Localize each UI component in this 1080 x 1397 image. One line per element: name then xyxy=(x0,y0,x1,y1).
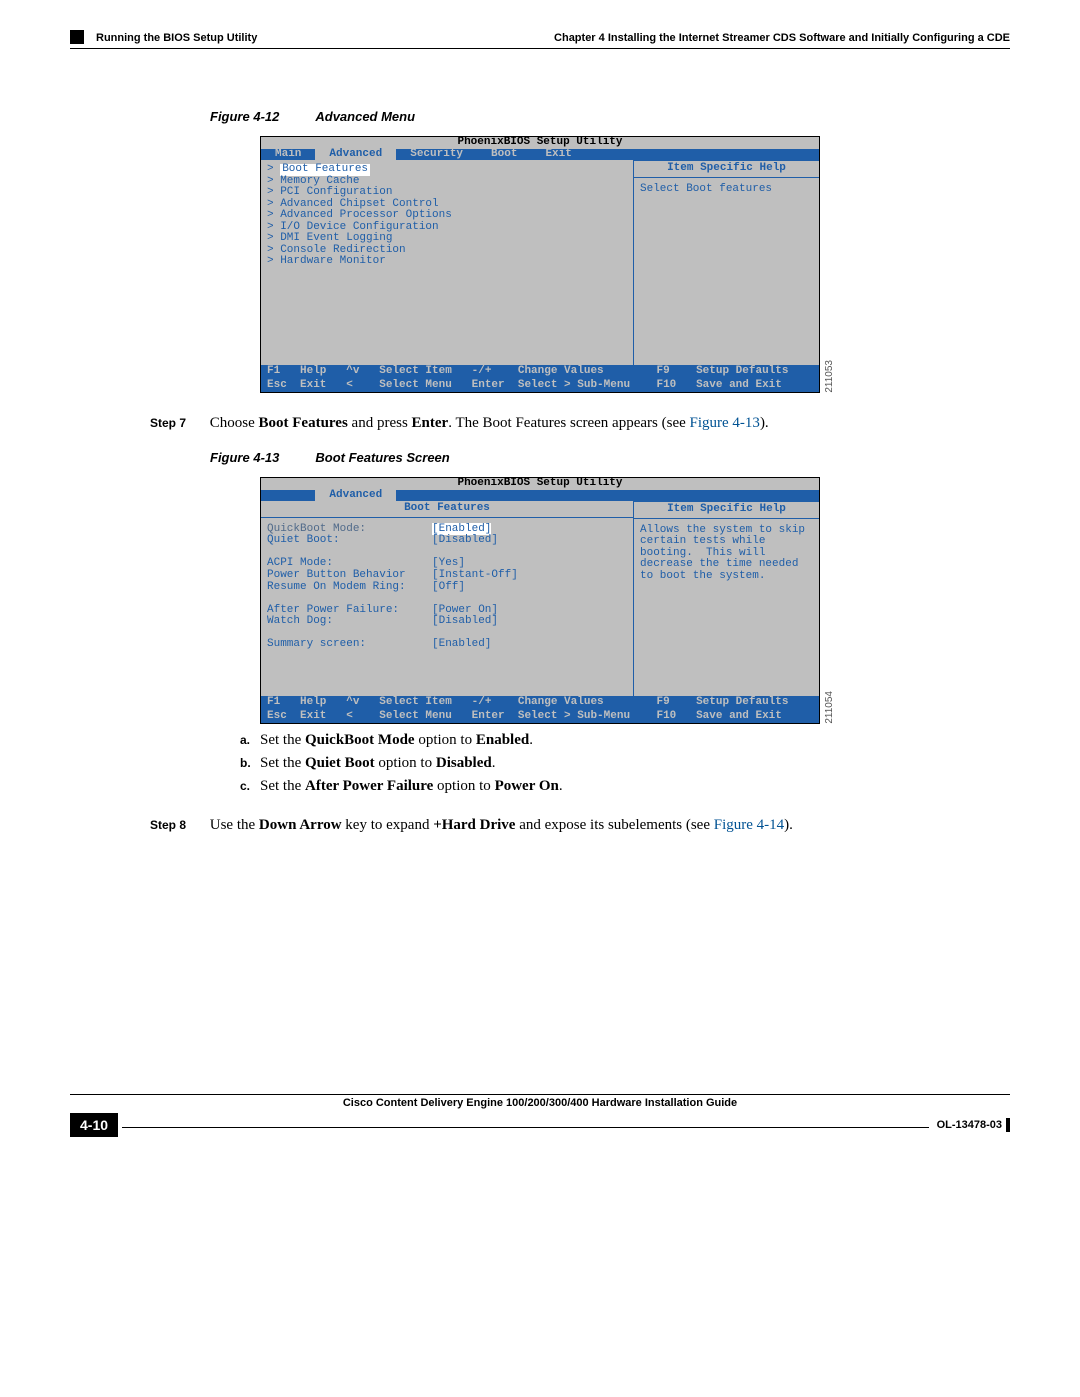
step-7: Step 7 Choose Boot Features and press En… xyxy=(150,415,1010,432)
figure-caption-12: Figure 4-12 Advanced Menu xyxy=(210,109,1010,124)
bios-footer-keys-2: Esc Exit < Select Menu Enter Select > Su… xyxy=(261,379,819,393)
page-header: Running the BIOS Setup Utility Chapter 4… xyxy=(70,30,1010,44)
bios-setting-row xyxy=(267,593,627,605)
chapter-head: Chapter 4 Installing the Internet Stream… xyxy=(554,32,1010,44)
bios-help-text: Select Boot features xyxy=(640,184,813,196)
bios-menu-left: > Boot Features> Memory Cache> PCI Confi… xyxy=(261,160,634,365)
bios-menu-item: > Hardware Monitor xyxy=(267,256,627,268)
footer-doc-id: OL-13478-03 xyxy=(933,1119,1006,1131)
bios-footer-keys-1: F1 Help ^v Select Item -/+ Change Values… xyxy=(261,696,819,710)
bios-help-text: Allows the system to skip certain tests … xyxy=(640,525,813,583)
tab-security: Security xyxy=(396,149,477,161)
substep-b: b.Set the Quiet Boot option to Disabled. xyxy=(240,755,1010,772)
substep-c: c.Set the After Power Failure option to … xyxy=(240,778,1010,795)
footer-rule xyxy=(122,1127,929,1128)
step-8: Step 8 Use the Down Arrow key to expand … xyxy=(150,817,1010,834)
bios-title: PhoenixBIOS Setup Utility xyxy=(261,137,819,149)
footer-end-block-icon xyxy=(1006,1118,1010,1132)
bios-footer-keys-1: F1 Help ^v Select Item -/+ Change Values… xyxy=(261,365,819,379)
tab-advanced: Advanced xyxy=(315,490,396,502)
bios-setting-row: Quiet Boot:[Disabled] xyxy=(267,535,627,547)
figure-label: Figure 4-13 xyxy=(210,450,279,465)
figure-side-number: 211054 xyxy=(825,691,836,724)
bios-tabs: MainAdvancedSecurityBootExit xyxy=(261,149,819,161)
bios-figure-13: PhoenixBIOS Setup Utility Main Advanced … xyxy=(260,477,820,724)
xref-fig-4-14[interactable]: Figure 4-14 xyxy=(714,817,784,833)
bios-setting-row: Summary screen:[Enabled] xyxy=(267,639,627,651)
bios-help-title: Item Specific Help xyxy=(634,502,819,519)
bios-tabs: Main Advanced xyxy=(261,490,819,502)
header-block-icon xyxy=(70,30,84,44)
footer-guide-title: Cisco Content Delivery Engine 100/200/30… xyxy=(70,1095,1010,1113)
substep-a: a.Set the QuickBoot Mode option to Enabl… xyxy=(240,732,1010,749)
bios-menu-item: > Boot Features xyxy=(267,164,627,176)
bios-title: PhoenixBIOS Setup Utility xyxy=(261,478,819,490)
tab-advanced: Advanced xyxy=(315,149,396,161)
bios-footer-keys-2: Esc Exit < Select Menu Enter Select > Su… xyxy=(261,710,819,724)
substep-list: a.Set the QuickBoot Mode option to Enabl… xyxy=(240,732,1010,795)
step-label: Step 8 xyxy=(150,818,206,832)
page-footer: Cisco Content Delivery Engine 100/200/30… xyxy=(70,1094,1010,1137)
figure-side-number: 211053 xyxy=(825,360,836,393)
figure-label: Figure 4-12 xyxy=(210,109,279,124)
bios-figure-12: PhoenixBIOS Setup Utility MainAdvancedSe… xyxy=(260,136,820,393)
bios-menu-item: > PCI Configuration xyxy=(267,187,627,199)
bios-setting-row: Watch Dog:[Disabled] xyxy=(267,616,627,628)
figure-title: Boot Features Screen xyxy=(315,450,449,465)
step-label: Step 7 xyxy=(150,416,206,430)
bios-panel-title: Boot Features xyxy=(261,501,633,518)
bios-help-panel: Item Specific Help Select Boot features xyxy=(634,160,819,365)
page-number: 4-10 xyxy=(70,1113,118,1137)
bios-setting-row: Resume On Modem Ring:[Off] xyxy=(267,582,627,594)
figure-title: Advanced Menu xyxy=(315,109,415,124)
header-rule xyxy=(70,48,1010,49)
tab-boot: Boot xyxy=(477,149,531,161)
tab-exit: Exit xyxy=(531,149,585,161)
figure-caption-13: Figure 4-13 Boot Features Screen xyxy=(210,450,1010,465)
xref-fig-4-13[interactable]: Figure 4-13 xyxy=(690,415,760,431)
bios-setting-row: Power Button Behavior[Instant-Off] xyxy=(267,570,627,582)
running-head: Running the BIOS Setup Utility xyxy=(96,32,257,44)
bios-menu-left: Boot Features QuickBoot Mode:[Enabled]Qu… xyxy=(261,501,634,696)
bios-help-panel: Item Specific Help Allows the system to … xyxy=(634,501,819,696)
tab-main: Main xyxy=(261,149,315,161)
bios-help-title: Item Specific Help xyxy=(634,161,819,178)
